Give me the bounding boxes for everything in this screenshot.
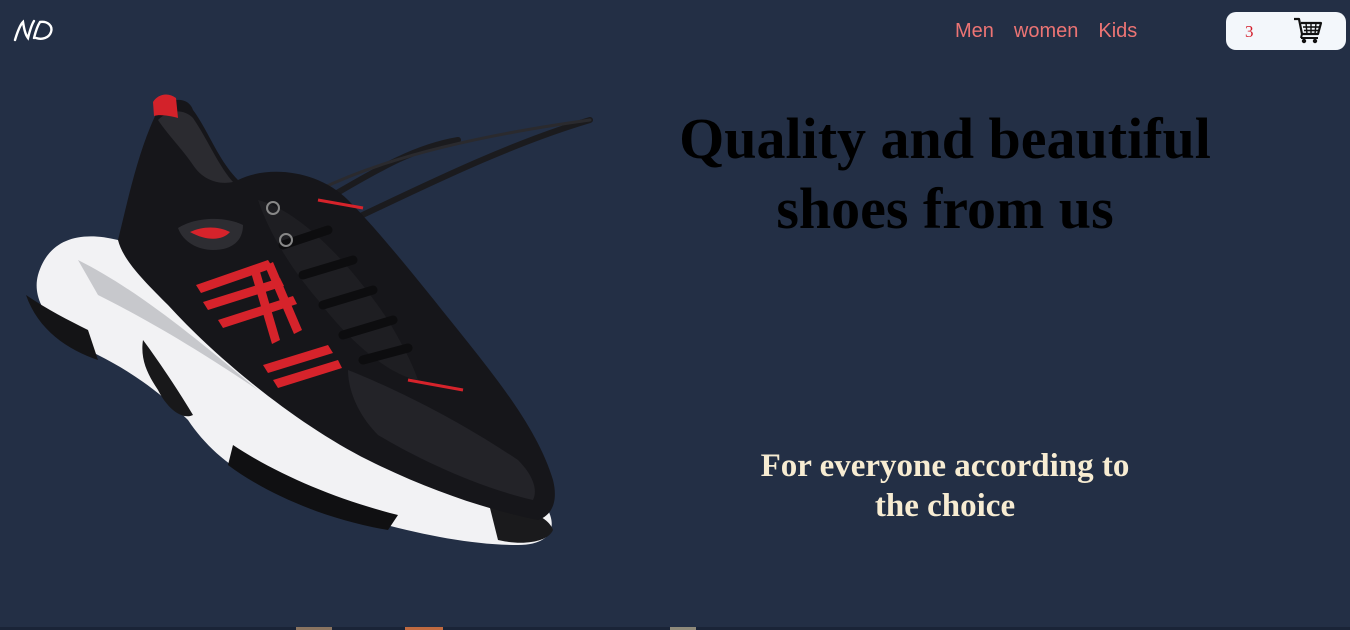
hero-headline: Quality and beautiful shoes from us <box>679 106 1211 241</box>
hero-subline: For everyone according to the choice <box>760 448 1130 524</box>
brand-logo[interactable] <box>12 16 56 44</box>
sneaker-image <box>26 94 593 545</box>
nav-link-men[interactable]: Men <box>955 19 994 43</box>
cart-count-badge: 3 <box>1245 22 1254 41</box>
shopping-cart-icon <box>1294 17 1323 44</box>
landing-page: Men women Kids 3 Quality and beautiful s… <box>0 0 1350 630</box>
nav-link-kids[interactable]: Kids <box>1098 19 1137 43</box>
main-nav: Men women Kids <box>955 19 1137 43</box>
nav-link-women[interactable]: women <box>1014 19 1078 43</box>
cart-button[interactable]: 3 <box>1226 12 1346 50</box>
